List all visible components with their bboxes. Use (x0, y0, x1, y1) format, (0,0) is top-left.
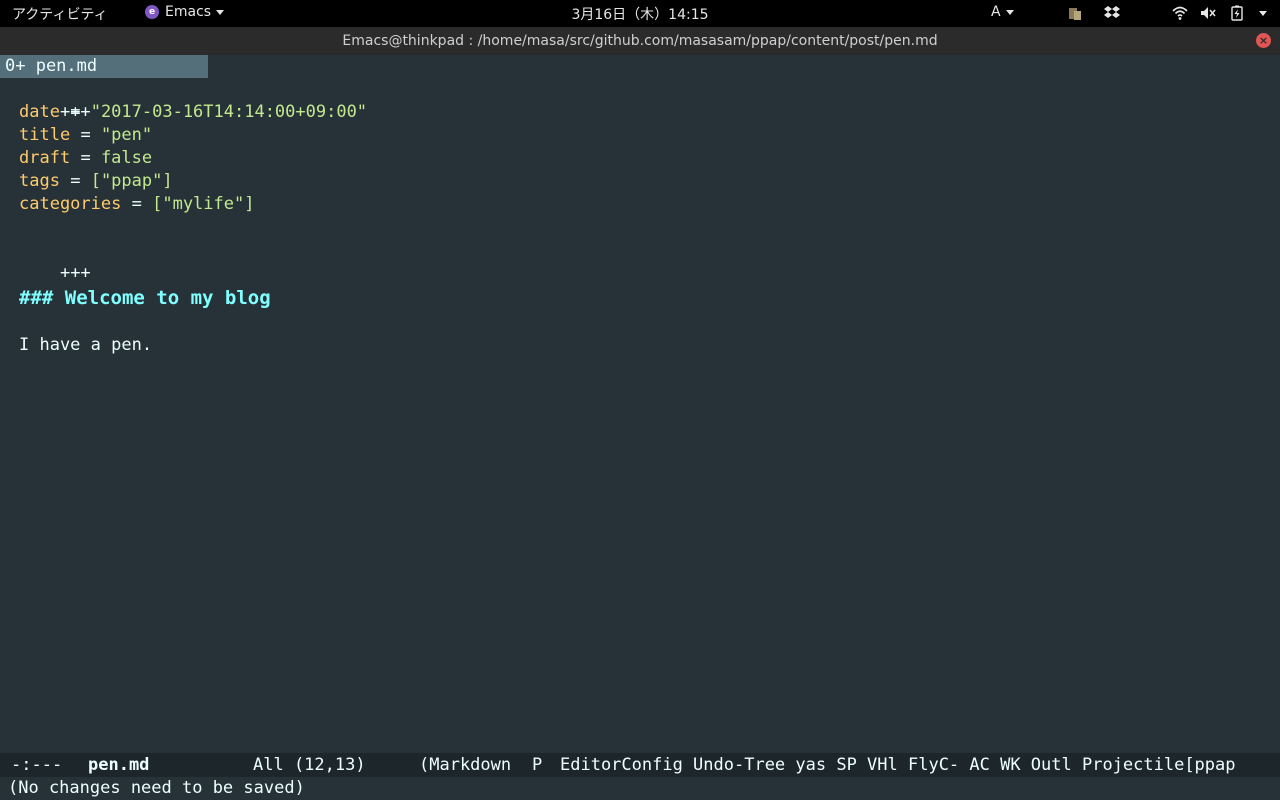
dropbox-icon[interactable] (1104, 5, 1120, 21)
activities-button[interactable]: アクティビティ (12, 4, 108, 24)
editor-buffer[interactable]: +++ date = "2017-03-16T14:14:00+09:00" t… (0, 78, 1280, 753)
markdown-paragraph: I have a pen. (19, 335, 153, 355)
modeline-major-mode[interactable]: (Markdown (419, 753, 511, 777)
modeline-minor-modes[interactable]: EditorConfig Undo-Tree yas SP VHl FlyC- … (560, 753, 1236, 777)
markdown-heading: ### Welcome to my blog (19, 287, 271, 309)
emacs-icon: e (145, 5, 159, 19)
window-title: Emacs@thinkpad : /home/masa/src/github.c… (342, 33, 938, 49)
modeline-status: -:--- (11, 755, 63, 775)
window-title-bar[interactable]: Emacs@thinkpad : /home/masa/src/github.c… (0, 27, 1280, 55)
input-method-label: A (991, 4, 1001, 20)
system-top-bar: アクティビティ e Emacs 3月16日（木）14:15 A (0, 0, 1280, 27)
front-matter-title: title = "pen" (19, 125, 153, 145)
chevron-down-icon (1005, 9, 1014, 15)
system-menu-chevron-icon[interactable] (1259, 11, 1267, 16)
tab-bar: 0+ pen.md (0, 55, 1280, 78)
front-matter-delimiter-end: +++ (59, 263, 91, 283)
front-matter-delimiter: +++ (59, 102, 91, 122)
input-method-button[interactable]: A (991, 4, 1014, 20)
modeline-position: All (12,13) (253, 755, 366, 775)
tab-pen-md[interactable]: 0+ pen.md (0, 55, 208, 78)
front-matter-date: date = "2017-03-16T14:14:00+09:00" (19, 102, 368, 122)
echo-area: (No changes need to be saved) (0, 777, 1280, 800)
battery-charging-icon[interactable] (1229, 5, 1245, 21)
app-menu-label: Emacs (165, 4, 212, 20)
mode-line: -:--- pen.md All (12,13) (Markdown P Edi… (0, 753, 1280, 777)
volume-muted-icon[interactable] (1200, 5, 1216, 21)
modeline-p-indicator: P (532, 755, 543, 775)
front-matter-categories: categories = ["mylife"] (19, 194, 255, 214)
clipboard-icon[interactable] (1067, 5, 1083, 21)
wifi-icon[interactable] (1172, 5, 1188, 21)
clock-button[interactable]: 3月16日（木）14:15 (571, 7, 708, 23)
app-menu-button[interactable]: e Emacs (145, 4, 225, 20)
front-matter-tags: tags = ["ppap"] (19, 171, 173, 191)
chevron-down-icon (216, 9, 225, 15)
close-icon: × (1258, 34, 1269, 47)
close-window-button[interactable]: × (1256, 33, 1271, 48)
front-matter-draft: draft = false (19, 148, 153, 168)
modeline-buffer-name[interactable]: pen.md (88, 753, 149, 777)
